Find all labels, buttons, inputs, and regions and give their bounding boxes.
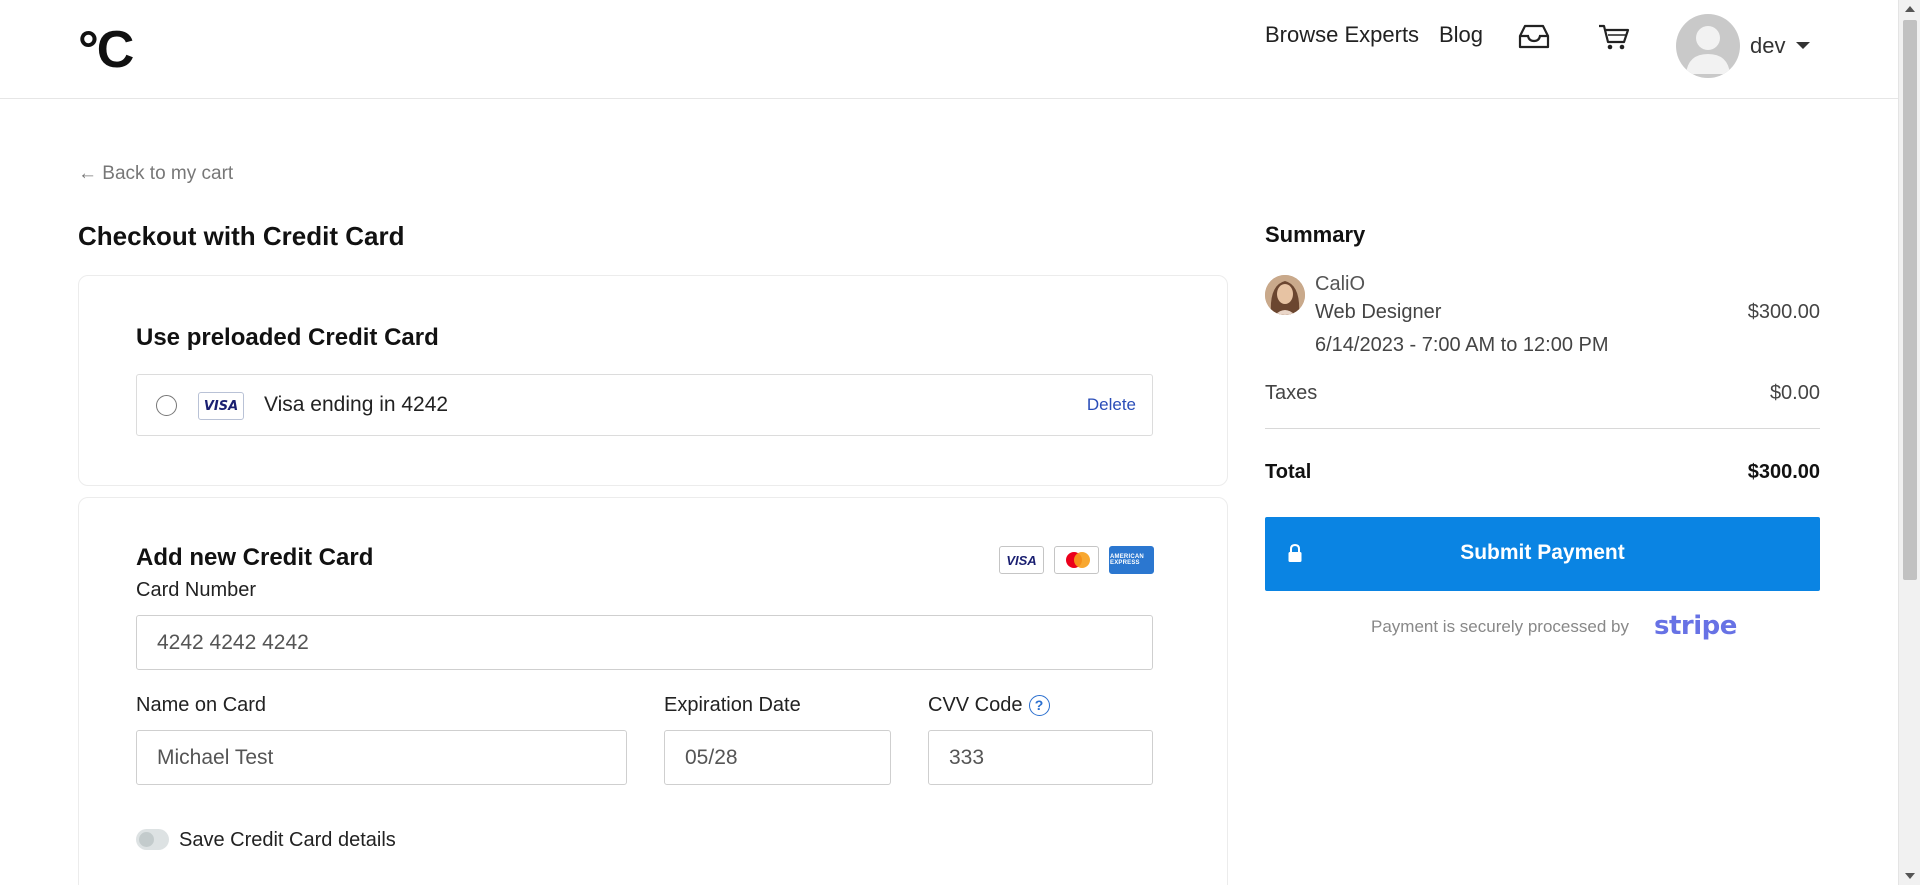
preloaded-card-section: Use preloaded Credit Card VISA Visa endi… [78, 275, 1228, 486]
inbox-icon[interactable] [1517, 22, 1553, 54]
expert-price: $300.00 [1747, 301, 1820, 323]
name-on-card-label: Name on Card [136, 694, 267, 716]
expiration-date-input[interactable] [664, 730, 891, 785]
amex-logo-text: AMERICAN EXPRESS [1110, 554, 1144, 566]
visa-logo-text: VISA [1006, 552, 1037, 568]
card-number-input[interactable] [136, 615, 1153, 670]
booking-time: 6/14/2023 - 7:00 AM to 12:00 PM [1315, 334, 1609, 356]
saved-card-label: Visa ending in 4242 [264, 393, 449, 416]
card-number-label: Card Number [136, 579, 257, 601]
delete-card-button[interactable]: Delete [1087, 395, 1136, 415]
amex-logo-icon: AMERICAN EXPRESS [1109, 546, 1154, 574]
preloaded-card-title: Use preloaded Credit Card [136, 324, 439, 351]
secure-processing-text: Payment is securely processed by [1371, 617, 1629, 636]
submit-payment-button[interactable]: Submit Payment [1265, 517, 1820, 591]
visa-logo-icon: VISA [999, 546, 1044, 574]
mastercard-circle-yellow [1074, 552, 1090, 568]
expert-role: Web Designer [1315, 301, 1442, 323]
scrollbar-thumb[interactable] [1903, 20, 1917, 580]
new-card-title: Add new Credit Card [136, 544, 374, 571]
save-card-label: Save Credit Card details [179, 829, 396, 851]
nav-blog[interactable]: Blog [1439, 22, 1483, 48]
page-title: Checkout with Credit Card [78, 221, 405, 251]
toggle-knob [139, 832, 154, 847]
stripe-logo: stripe [1654, 611, 1737, 641]
user-name[interactable]: dev [1750, 33, 1785, 59]
visa-logo-text: VISA [203, 398, 239, 414]
scroll-down-arrow-icon[interactable] [1905, 873, 1915, 879]
cvv-input[interactable] [928, 730, 1153, 785]
new-card-section: Add new Credit Card VISA AMERICAN EXPRES… [78, 497, 1228, 885]
save-card-toggle[interactable] [136, 829, 169, 850]
summary-title: Summary [1265, 222, 1366, 247]
saved-card-radio[interactable] [156, 395, 177, 416]
back-to-cart-link[interactable]: ← Back to my cart [78, 163, 233, 185]
cart-icon[interactable] [1597, 22, 1633, 54]
visa-logo-icon: VISA [198, 392, 244, 420]
top-header: °C Browse Experts Blog dev [0, 0, 1898, 99]
submit-payment-label: Submit Payment [1460, 541, 1625, 564]
mastercard-logo-icon [1054, 546, 1099, 574]
total-value: $300.00 [1747, 461, 1820, 483]
taxes-label: Taxes [1265, 382, 1318, 404]
expert-name: CaliO [1315, 273, 1366, 295]
name-on-card-input[interactable] [136, 730, 627, 785]
summary-divider [1265, 428, 1820, 429]
caret-down-icon[interactable] [1796, 42, 1810, 49]
accepted-cards: VISA AMERICAN EXPRESS [999, 546, 1154, 574]
cvv-label: CVV Code? [928, 694, 1050, 717]
help-icon[interactable]: ? [1028, 695, 1050, 716]
cvv-label-text: CVV Code [928, 694, 1023, 716]
user-avatar[interactable] [1676, 14, 1740, 78]
scroll-up-arrow-icon[interactable] [1905, 6, 1915, 12]
taxes-value: $0.00 [1769, 382, 1820, 404]
nav-browse-experts[interactable]: Browse Experts [1265, 22, 1419, 48]
expiration-date-label: Expiration Date [664, 694, 801, 716]
total-label: Total [1265, 461, 1312, 483]
page-scrollbar[interactable] [1898, 0, 1920, 885]
site-logo[interactable]: °C [78, 24, 134, 76]
expert-avatar [1265, 275, 1305, 315]
saved-card-row[interactable]: VISA Visa ending in 4242 Delete [136, 374, 1153, 436]
